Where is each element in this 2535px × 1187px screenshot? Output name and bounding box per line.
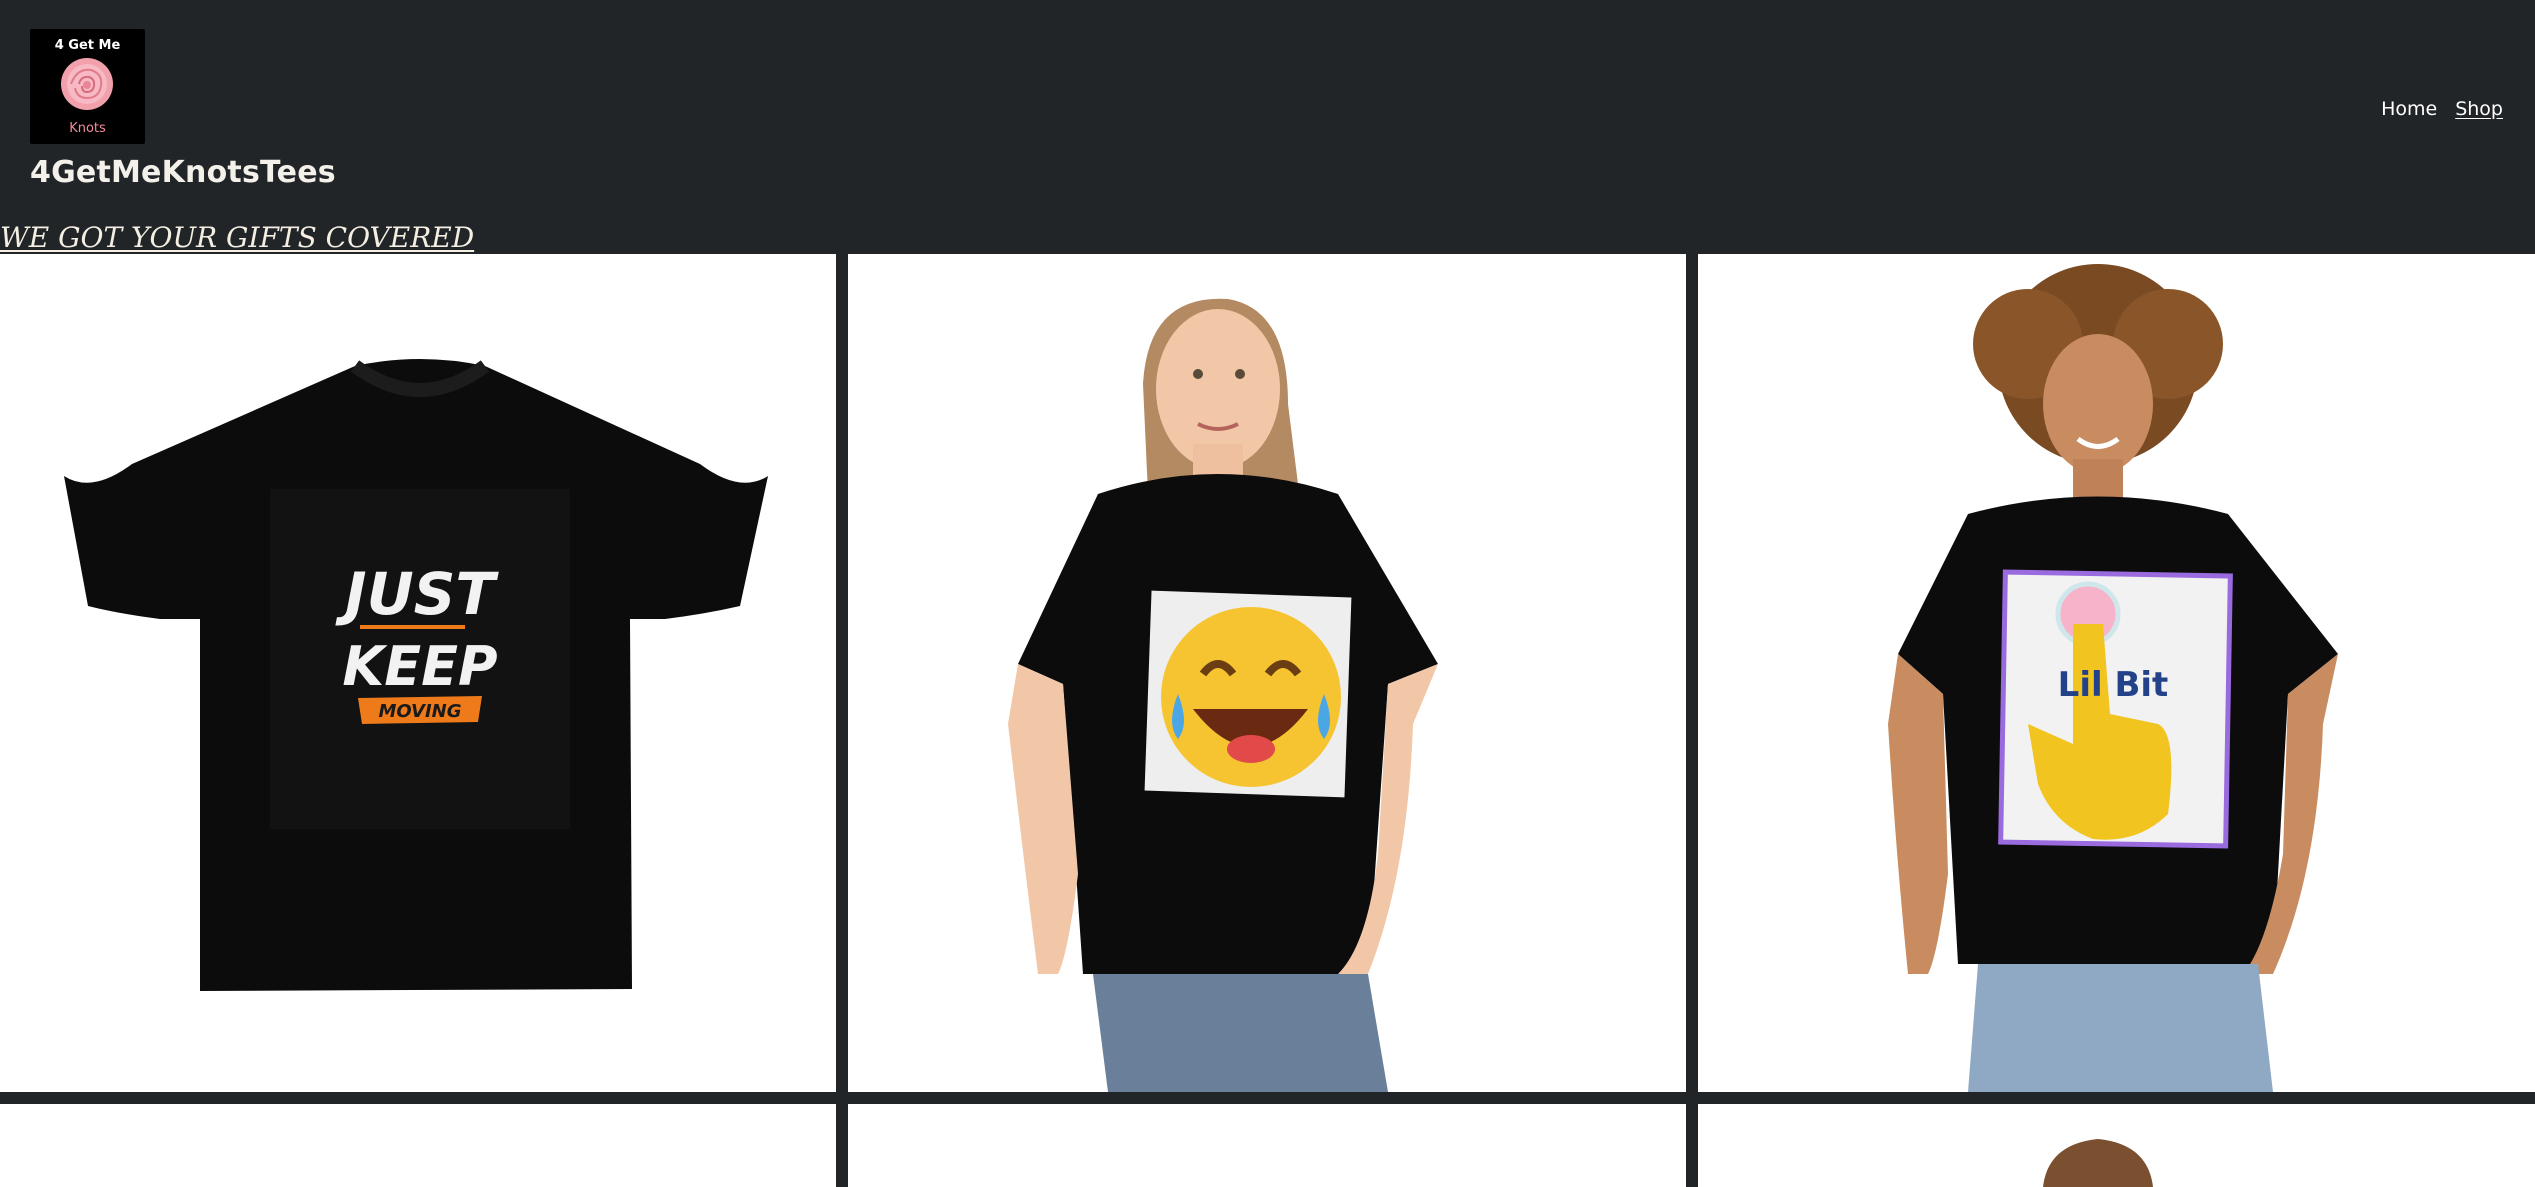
logo-top-text: 4 Get Me [54, 38, 121, 53]
design-text-keep: KEEP [342, 635, 497, 698]
product-card-row2-3[interactable] [1698, 1104, 2535, 1187]
site-logo[interactable]: 4 Get Me Knots [30, 29, 145, 144]
product-card-laughing-emoji[interactable] [848, 254, 1686, 1092]
design-text-moving: MOVING [378, 701, 461, 722]
product-image: Lil Bit [1888, 264, 2338, 1092]
product-image [1008, 298, 1438, 1092]
site-title[interactable]: 4GetMeKnotsTees [30, 155, 336, 190]
product-card-just-keep-moving[interactable]: JUST KEEP MOVING [0, 254, 836, 1092]
logo-bottom-text: Knots [69, 121, 106, 136]
product-card-row2-1[interactable] [0, 1104, 836, 1187]
tagline: WE GOT YOUR GIFTS COVERED [0, 221, 475, 254]
product-card-row2-2[interactable] [848, 1104, 1686, 1187]
nav-home-link[interactable]: Home [2381, 98, 2437, 120]
product-card-lil-bit[interactable]: Lil Bit [1698, 254, 2535, 1092]
main-nav: Home Shop [2381, 98, 2503, 120]
rose-icon [61, 58, 113, 110]
design-text-lil-bit: Lil Bit [2058, 665, 2169, 705]
product-image: JUST KEEP MOVING [64, 359, 768, 991]
product-image [2043, 1139, 2153, 1187]
site-header: 4 Get Me Knots 4GetMeKnotsTees Home Shop… [0, 0, 2535, 254]
design-text-just: JUST [335, 560, 499, 628]
nav-shop-link[interactable]: Shop [2455, 98, 2503, 120]
